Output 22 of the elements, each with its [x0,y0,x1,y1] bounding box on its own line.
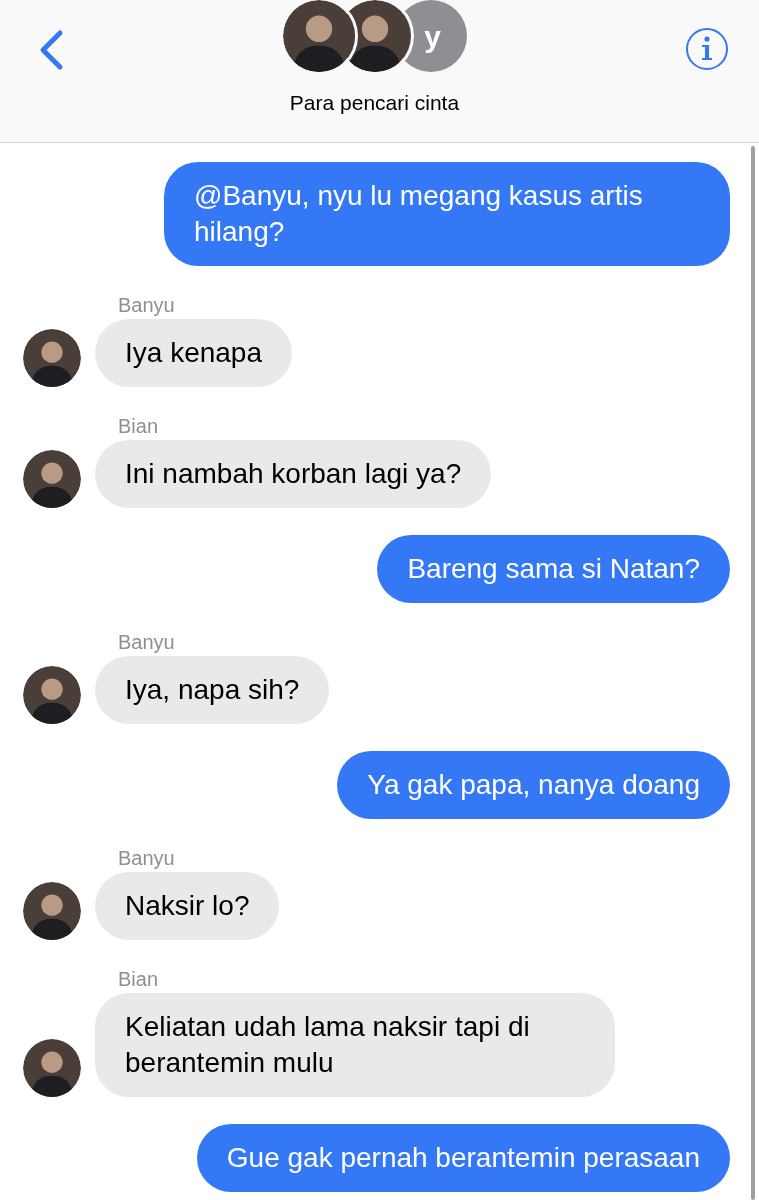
sent-message: Bareng sama si Natan? [377,535,730,603]
back-icon[interactable] [38,29,64,71]
sender-name: Banyu [118,846,176,870]
sender-avatar [23,666,81,724]
received-message: Ini nambah korban lagi ya? [95,440,492,508]
sender-avatar [23,450,81,508]
sender-name: Bian [118,967,160,991]
received-message: Naksir lo? [95,872,280,940]
sender-name: Banyu [118,293,176,317]
sender-avatar [23,329,81,387]
received-message: Iya, napa sih? [95,656,330,724]
sent-message: @Banyu, nyu lu megang kasus artis hilang? [164,162,730,266]
sender-name: Banyu [118,630,176,654]
group-title: Para pencari cinta [289,90,460,116]
sent-message: Gue gak pernah berantemin perasaan [196,1124,730,1192]
sender-name: Bian [118,414,160,438]
sender-avatar [23,1039,81,1097]
info-icon[interactable] [685,27,729,71]
received-message: Iya kenapa [95,319,292,387]
sender-avatar [23,882,81,940]
received-message: Keliatan udah lama naksir tapi di berantemin mulu [95,993,615,1097]
sent-message: Ya gak papa, nanya doang [337,751,730,819]
